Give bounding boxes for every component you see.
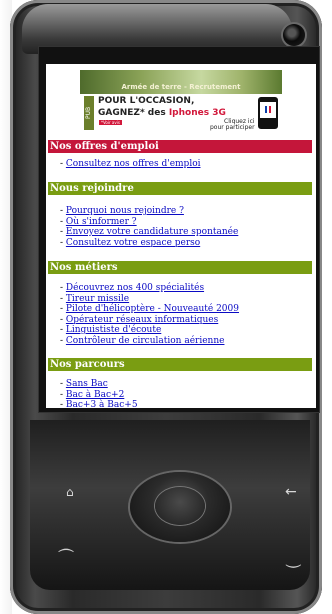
list-item: - Bac+3 à Bac+5 xyxy=(60,400,138,408)
end-call-icon[interactable]: ⏝ xyxy=(286,548,301,568)
list-item: - Tireur missile xyxy=(60,293,130,304)
front-camera xyxy=(283,24,305,46)
link-linguististe[interactable]: Linguististe d'écoute xyxy=(66,325,161,335)
ad-photo: Armée de terre - Recrutement xyxy=(80,70,282,94)
list-metiers: - Découvrez nos 400 spécialités - Tireur… xyxy=(60,283,239,346)
section-title-metiers: Nos métiers xyxy=(48,261,312,274)
list-parcours: - Sans Bac - Bac à Bac+2 - Bac+3 à Bac+5 xyxy=(60,379,138,408)
link-tireur-missile[interactable]: Tireur missile xyxy=(66,294,129,304)
list-item: - Opérateur réseaux informatiques xyxy=(60,314,219,325)
ad-pub-label: PUB xyxy=(84,96,94,130)
section-title-offres: Nos offres d'emploi xyxy=(48,140,312,153)
list-item: - Bac à Bac+2 xyxy=(60,389,125,400)
list-offres: - Consultez nos offres d'emploi xyxy=(60,159,201,170)
link-espace-perso[interactable]: Consultez votre espace perso xyxy=(66,238,200,248)
list-item: - Envoyez votre candidature spontanée xyxy=(60,227,239,237)
advertisement-banner[interactable]: Armée de terre - Recrutement PUB POUR L'… xyxy=(80,70,282,134)
home-icon[interactable]: ⌂ xyxy=(66,485,74,499)
mobile-web-page: Armée de terre - Recrutement PUB POUR L'… xyxy=(46,64,316,408)
list-item: - Pourquoi nous rejoindre ? xyxy=(60,206,184,216)
section-title-rejoindre: Nous rejoindre xyxy=(48,182,312,195)
list-item: - Contrôleur de circulation aérienne xyxy=(60,335,225,346)
link-candidature-spontanee[interactable]: Envoyez votre candidature spontanée xyxy=(66,227,238,237)
link-pourquoi-rejoindre[interactable]: Pourquoi nous rejoindre ? xyxy=(66,206,184,216)
navigation-center-button[interactable] xyxy=(155,487,205,525)
ad-offer-highlight: Iphones 3G xyxy=(168,108,226,118)
list-rejoindre: - Pourquoi nous rejoindre ? - Où s'infor… xyxy=(60,206,238,248)
ad-offer: GAGNEZ* des Iphones 3G xyxy=(98,108,226,118)
section-title-parcours: Nos parcours xyxy=(48,358,312,371)
list-item: - Consultez votre espace perso xyxy=(60,237,201,248)
ad-phone-icon xyxy=(258,97,278,129)
ad-call-to-action[interactable]: Cliquez ici pour participer xyxy=(210,119,255,131)
link-sans-bac[interactable]: Sans Bac xyxy=(66,379,108,389)
link-bac-a-bac2[interactable]: Bac à Bac+2 xyxy=(66,390,124,400)
back-arrow-icon[interactable]: ← xyxy=(285,484,297,500)
link-ou-s-informer[interactable]: Où s'informer ? xyxy=(66,217,137,227)
list-item: - Où s'informer ? xyxy=(60,216,137,227)
ad-conditions-tag: *Voir avis xyxy=(99,120,122,125)
call-icon[interactable]: ⏜ xyxy=(58,548,73,568)
ad-headline: POUR L'OCCASION, xyxy=(98,96,195,106)
link-bac3-a-bac5[interactable]: Bac+3 à Bac+5 xyxy=(66,400,138,408)
list-item: - Découvrez nos 400 spécialités xyxy=(60,283,205,293)
page-margin-right xyxy=(322,0,332,614)
list-item: - Pilote d'hélicoptère - Nouveauté 2009 xyxy=(60,304,239,314)
list-item: - Linguististe d'écoute xyxy=(60,325,162,335)
link-pilote-helicoptere[interactable]: Pilote d'hélicoptère - Nouveauté 2009 xyxy=(66,304,239,314)
link-consulter-offres[interactable]: Consultez nos offres d'emploi xyxy=(66,159,201,169)
link-controleur-aerien[interactable]: Contrôleur de circulation aérienne xyxy=(66,336,225,346)
link-400-specialites[interactable]: Découvrez nos 400 spécialités xyxy=(66,283,204,293)
link-operateur-reseaux[interactable]: Opérateur réseaux informatiques xyxy=(66,315,218,325)
list-item: - Sans Bac xyxy=(60,379,108,389)
list-item: - Consultez nos offres d'emploi xyxy=(60,159,201,169)
